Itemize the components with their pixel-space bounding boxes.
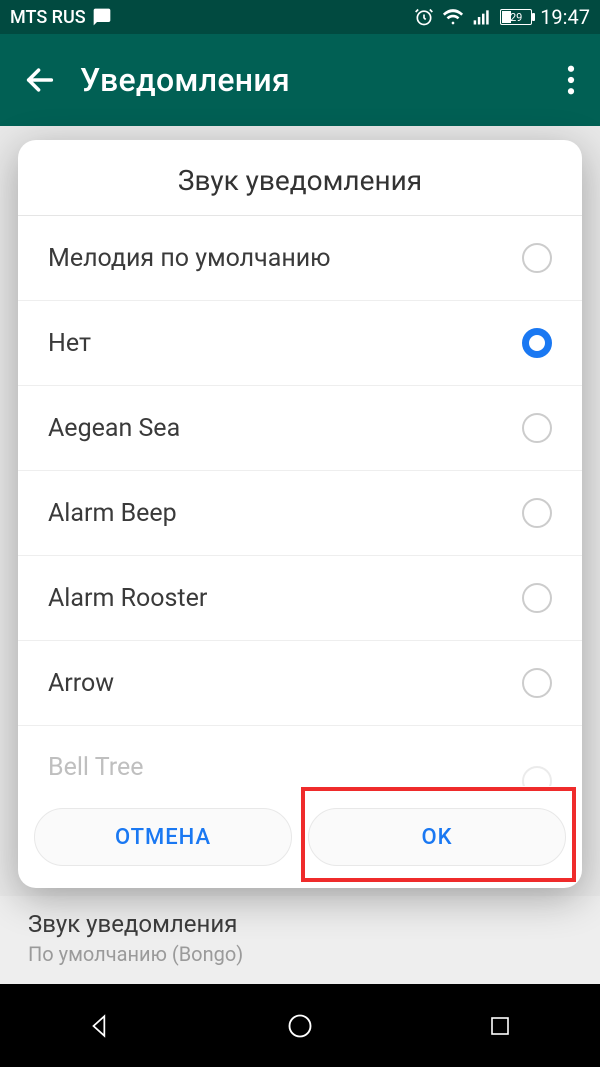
nav-back-button[interactable] bbox=[80, 1006, 120, 1046]
nav-recent-button[interactable] bbox=[480, 1006, 520, 1046]
nav-home-button[interactable] bbox=[280, 1006, 320, 1046]
page-title: Уведомления bbox=[80, 61, 542, 99]
sound-option-label: Arrow bbox=[48, 669, 114, 698]
sound-option[interactable]: Alarm Rooster bbox=[18, 556, 582, 641]
setting-row-title: Звук уведомления bbox=[28, 910, 572, 938]
radio-icon[interactable] bbox=[522, 413, 552, 443]
setting-row-subtitle: По умолчанию (Bongo) bbox=[28, 942, 572, 966]
setting-row-notification-sound[interactable]: Звук уведомления По умолчанию (Bongo) bbox=[0, 896, 600, 984]
radio-icon[interactable] bbox=[522, 328, 552, 358]
signal-icon bbox=[472, 7, 492, 27]
clock-label: 19:47 bbox=[540, 5, 590, 29]
cancel-button[interactable]: ОТМЕНА bbox=[34, 808, 292, 866]
sound-option[interactable]: Alarm Beep bbox=[18, 471, 582, 556]
wifi-icon bbox=[442, 6, 464, 28]
sound-option-label: Aegean Sea bbox=[48, 414, 180, 443]
battery-indicator: 29 bbox=[500, 9, 532, 25]
sound-option-label: Alarm Beep bbox=[48, 499, 177, 528]
radio-icon[interactable] bbox=[522, 668, 552, 698]
chat-icon bbox=[92, 7, 112, 27]
sound-option[interactable]: Arrow bbox=[18, 641, 582, 726]
sound-option[interactable]: Bell Tree bbox=[18, 726, 582, 786]
carrier-label: MTS RUS bbox=[10, 7, 86, 28]
sound-option-label: Alarm Rooster bbox=[48, 584, 207, 613]
radio-icon[interactable] bbox=[522, 243, 552, 273]
app-bar: Уведомления bbox=[0, 34, 600, 126]
sound-option[interactable]: Мелодия по умолчанию bbox=[18, 216, 582, 301]
nav-bar bbox=[0, 984, 600, 1067]
alarm-icon bbox=[414, 7, 434, 27]
sound-picker-dialog: Звук уведомления Мелодия по умолчанию Не… bbox=[18, 140, 582, 888]
status-bar: MTS RUS 29 19:47 bbox=[0, 0, 600, 34]
radio-icon[interactable] bbox=[522, 766, 552, 786]
ok-button[interactable]: OK bbox=[308, 808, 566, 866]
dialog-button-row: ОТМЕНА OK bbox=[18, 792, 582, 888]
back-button[interactable] bbox=[0, 63, 80, 97]
sound-option[interactable]: Нет bbox=[18, 301, 582, 386]
sound-option-label: Нет bbox=[48, 329, 91, 358]
more-button[interactable] bbox=[542, 65, 600, 95]
dialog-option-list[interactable]: Мелодия по умолчанию Нет Aegean Sea Alar… bbox=[18, 216, 582, 792]
radio-icon[interactable] bbox=[522, 583, 552, 613]
radio-icon[interactable] bbox=[522, 498, 552, 528]
sound-option-label: Bell Tree bbox=[48, 753, 143, 782]
sound-option-label: Мелодия по умолчанию bbox=[48, 244, 331, 273]
dialog-title: Звук уведомления bbox=[18, 140, 582, 216]
sound-option[interactable]: Aegean Sea bbox=[18, 386, 582, 471]
